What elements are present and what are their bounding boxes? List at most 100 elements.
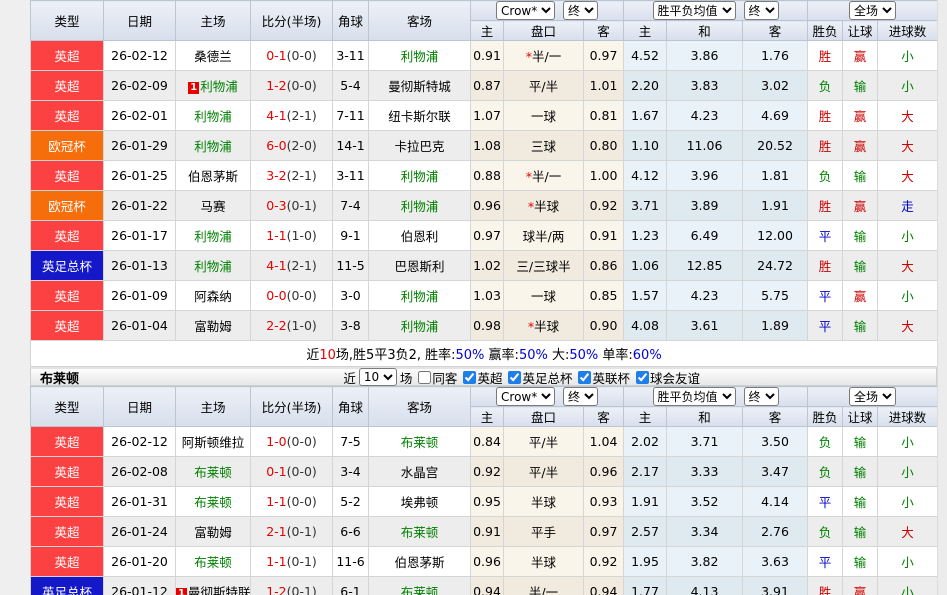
match-row: 欧冠杯26-01-29利物浦6-0(2-0)14-1卡拉巴克1.08三球0.80… bbox=[31, 131, 938, 161]
col-header-date: 日期 bbox=[104, 387, 176, 427]
avg-away: 1.81 bbox=[743, 161, 808, 191]
league-cell: 英超 bbox=[31, 517, 104, 547]
odds-away: 1.04 bbox=[584, 427, 624, 457]
left-gutter bbox=[0, 0, 30, 595]
avg-period-select[interactable]: 终 bbox=[744, 387, 779, 406]
avg-type-select[interactable]: 胜平负均值 bbox=[653, 1, 736, 20]
section-bar-brighton: 布莱顿 近 10 场 同客英超英足总杯英联杯球会友谊 bbox=[30, 367, 937, 386]
result-wdl: 负 bbox=[808, 161, 843, 191]
away-team: 伯恩茅斯 bbox=[369, 547, 471, 577]
avg-group-header: 胜平负均值 终 bbox=[624, 387, 808, 407]
away-team: 利物浦 bbox=[369, 41, 471, 71]
avg-away: 4.69 bbox=[743, 101, 808, 131]
avg-type-select[interactable]: 胜平负均值 bbox=[653, 387, 736, 406]
result-handicap: 赢 bbox=[843, 191, 878, 221]
filter-checkbox[interactable] bbox=[418, 371, 431, 384]
col-header-score: 比分(半场) bbox=[251, 387, 333, 427]
odds-away: 0.92 bbox=[584, 191, 624, 221]
result-handicap: 赢 bbox=[843, 281, 878, 311]
corners: 3-4 bbox=[333, 457, 369, 487]
avg-period-select[interactable]: 终 bbox=[744, 1, 779, 20]
odds-provider-select[interactable]: Crow* bbox=[496, 387, 555, 406]
avg-draw: 3.52 bbox=[667, 487, 743, 517]
match-row: 英超26-01-20布莱顿1-1(0-1)11-6伯恩茅斯0.96半球0.921… bbox=[31, 547, 938, 577]
col-header-home: 主场 bbox=[176, 1, 251, 41]
odds-provider-select[interactable]: Crow* bbox=[496, 1, 555, 20]
home-team: 富勒姆 bbox=[176, 517, 251, 547]
away-team: 水晶宫 bbox=[369, 457, 471, 487]
league-cell: 英超 bbox=[31, 101, 104, 131]
match-row: 英超26-01-31布莱顿1-1(0-0)5-2埃弗顿0.95半球0.931.9… bbox=[31, 487, 938, 517]
avg-away: 12.00 bbox=[743, 221, 808, 251]
result-goals: 大 bbox=[878, 251, 938, 281]
result-handicap: 输 bbox=[843, 251, 878, 281]
scope-select[interactable]: 全场 bbox=[849, 387, 896, 406]
result-wdl: 负 bbox=[808, 71, 843, 101]
avg-home: 2.17 bbox=[624, 457, 667, 487]
match-row: 英超26-02-091利物浦1-2(0-0)5-4曼彻斯特城0.87平/半1.0… bbox=[31, 71, 938, 101]
avg-home: 1.67 bbox=[624, 101, 667, 131]
filter-checkbox[interactable] bbox=[636, 371, 649, 384]
filter-label: 英超 bbox=[477, 368, 502, 387]
odds-home: 0.96 bbox=[471, 547, 504, 577]
match-date: 26-02-08 bbox=[104, 457, 176, 487]
home-team: 布莱顿 bbox=[176, 457, 251, 487]
league-badge: 欧冠杯 bbox=[31, 191, 103, 220]
match-date: 26-01-04 bbox=[104, 311, 176, 341]
summary-segment: 赢率: bbox=[484, 348, 519, 363]
result-handicap: 输 bbox=[843, 427, 878, 457]
sub-header-wdl: 胜负 bbox=[808, 21, 843, 41]
result-goals: 小 bbox=[878, 281, 938, 311]
match-date: 26-02-12 bbox=[104, 427, 176, 457]
filter-label: 同客 bbox=[432, 368, 457, 387]
match-row: 英超26-01-09阿森纳0-0(0-0)3-0利物浦1.03一球0.851.5… bbox=[31, 281, 938, 311]
col-header-away: 客场 bbox=[369, 387, 471, 427]
handicap-line: 球半/两 bbox=[504, 221, 584, 251]
match-count-select[interactable]: 10 bbox=[359, 368, 397, 386]
odds-period-select[interactable]: 终 bbox=[563, 1, 598, 20]
score: 0-1(0-0) bbox=[251, 457, 333, 487]
filter-checkbox[interactable] bbox=[463, 371, 476, 384]
sub-header-avg-away: 客 bbox=[743, 21, 808, 41]
scrollbar-track[interactable] bbox=[937, 0, 947, 595]
odds-group-header: Crow* 终 bbox=[471, 387, 624, 407]
league-cell: 英超 bbox=[31, 547, 104, 577]
match-date: 26-01-25 bbox=[104, 161, 176, 191]
scope-select[interactable]: 全场 bbox=[849, 1, 896, 20]
summary-segment: 50% bbox=[456, 348, 485, 363]
match-date: 26-01-31 bbox=[104, 487, 176, 517]
league-cell: 英超 bbox=[31, 311, 104, 341]
league-badge: 英超 bbox=[31, 457, 103, 486]
avg-draw: 4.23 bbox=[667, 281, 743, 311]
avg-away: 3.50 bbox=[743, 427, 808, 457]
odds-home: 1.02 bbox=[471, 251, 504, 281]
home-team: 富勒姆 bbox=[176, 311, 251, 341]
score: 2-1(0-1) bbox=[251, 517, 333, 547]
league-cell: 英超 bbox=[31, 221, 104, 251]
handicap-line: *半球 bbox=[504, 191, 584, 221]
odds-period-select[interactable]: 终 bbox=[563, 387, 598, 406]
avg-away: 3.63 bbox=[743, 547, 808, 577]
league-badge: 英足总杯 bbox=[31, 251, 103, 280]
result-handicap: 输 bbox=[843, 517, 878, 547]
league-cell: 英足总杯 bbox=[31, 577, 104, 595]
corners: 6-6 bbox=[333, 517, 369, 547]
away-team: 布莱顿 bbox=[369, 427, 471, 457]
filter-checkbox[interactable] bbox=[508, 371, 521, 384]
odds-home: 0.91 bbox=[471, 517, 504, 547]
result-goals: 小 bbox=[878, 457, 938, 487]
league-badge: 英超 bbox=[31, 71, 103, 100]
result-goals: 小 bbox=[878, 487, 938, 517]
avg-draw: 3.34 bbox=[667, 517, 743, 547]
away-team: 利物浦 bbox=[369, 191, 471, 221]
filter-checkbox[interactable] bbox=[578, 371, 591, 384]
league-badge: 英超 bbox=[31, 517, 103, 546]
avg-home: 4.12 bbox=[624, 161, 667, 191]
corners: 5-4 bbox=[333, 71, 369, 101]
avg-home: 2.20 bbox=[624, 71, 667, 101]
avg-draw: 3.96 bbox=[667, 161, 743, 191]
result-handicap: 输 bbox=[843, 161, 878, 191]
result-wdl: 胜 bbox=[808, 101, 843, 131]
result-wdl: 平 bbox=[808, 487, 843, 517]
away-team: 巴恩斯利 bbox=[369, 251, 471, 281]
